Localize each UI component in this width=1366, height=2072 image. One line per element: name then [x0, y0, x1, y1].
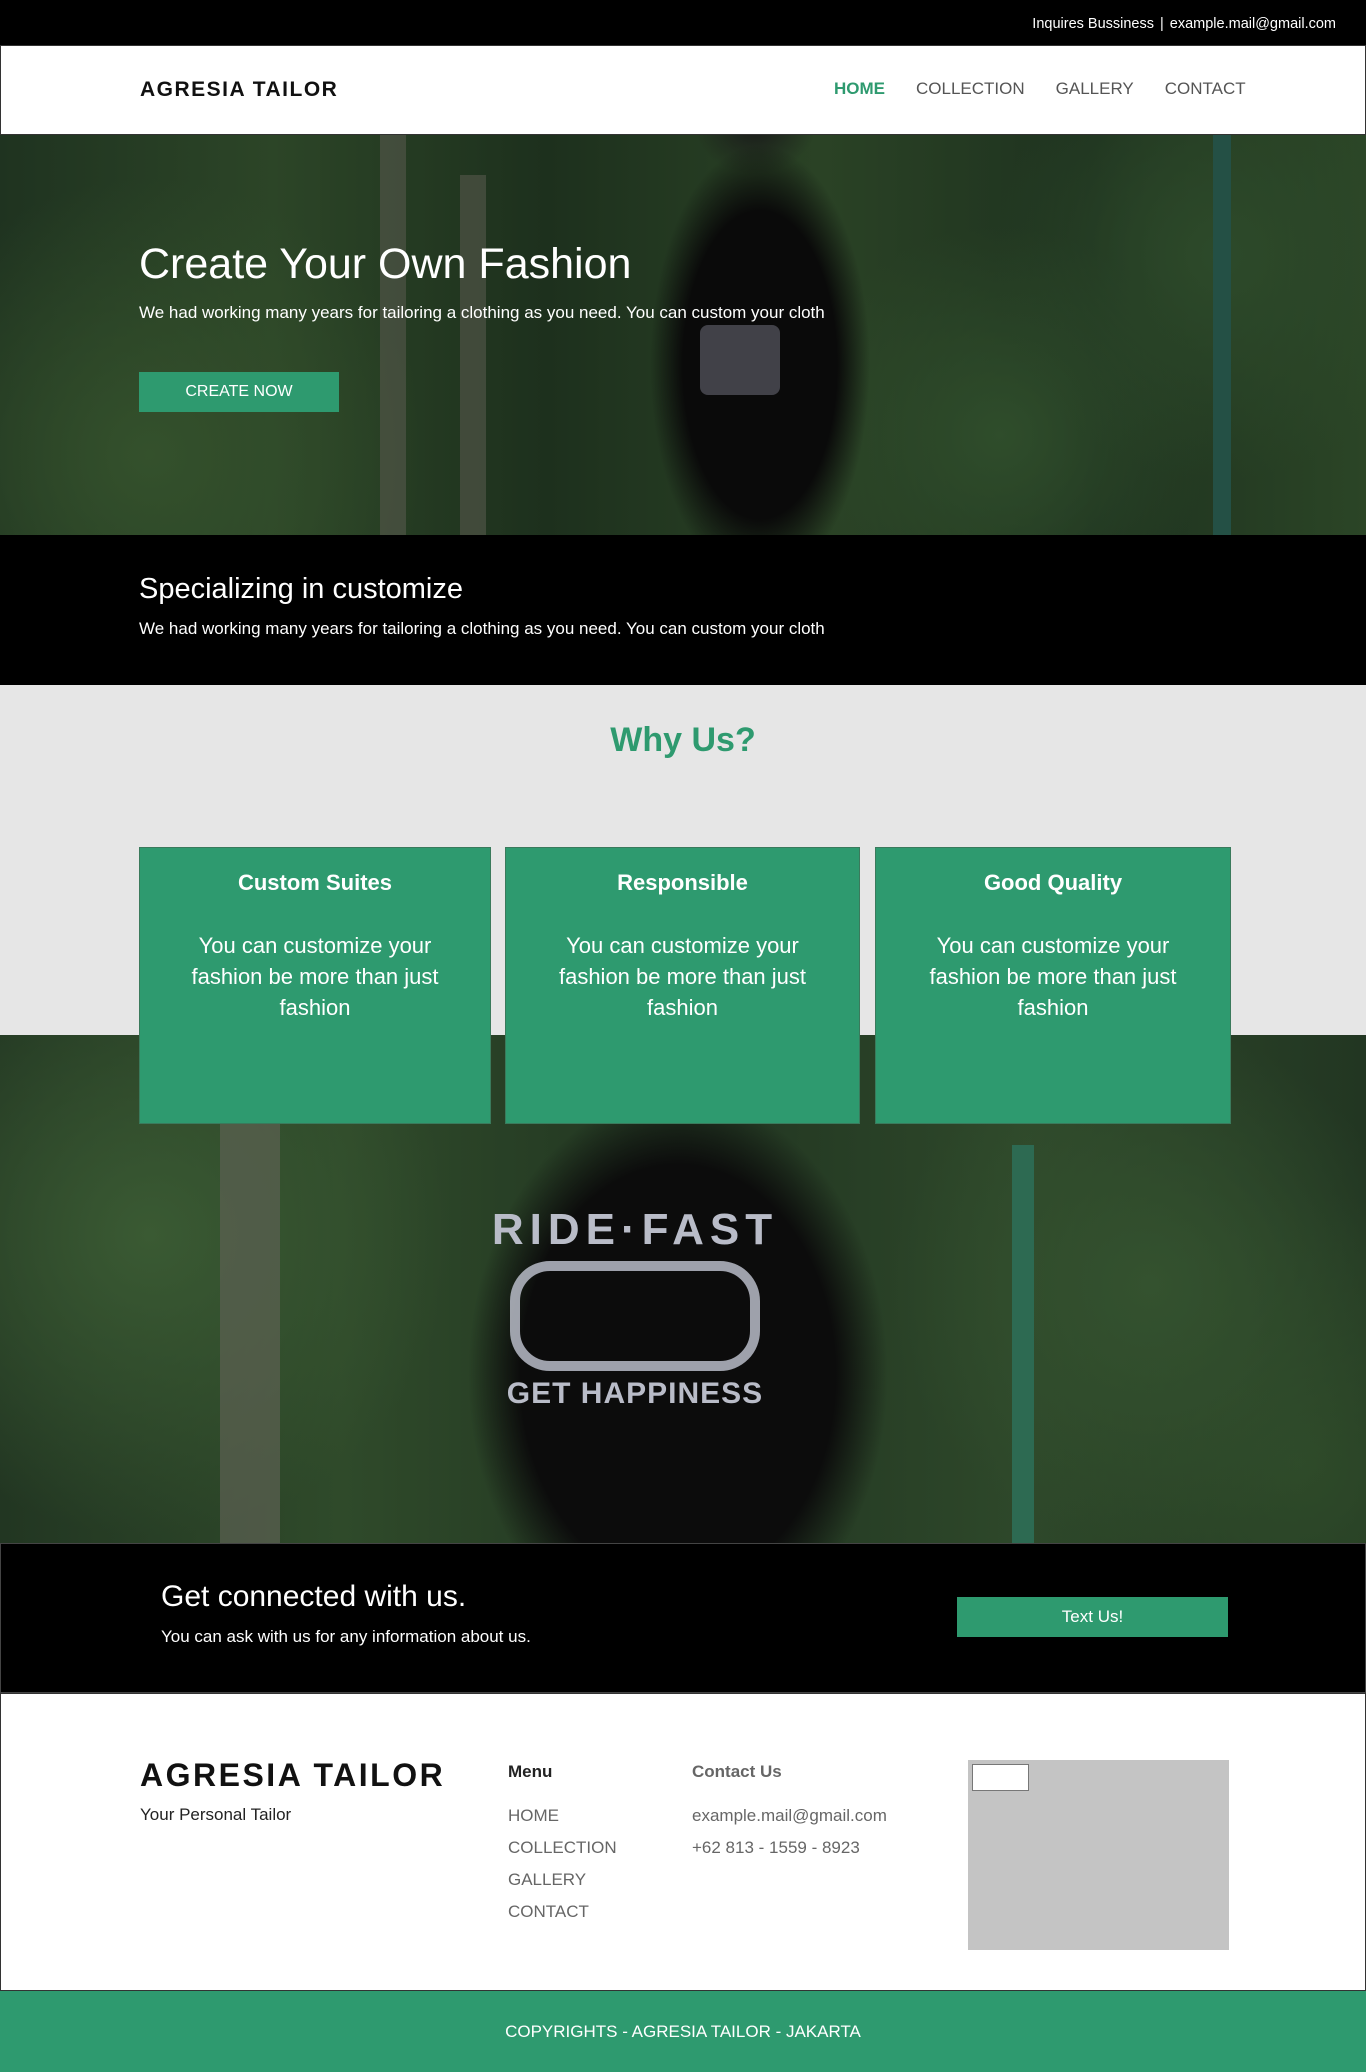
tshirt-graphic-bottom: GET HAPPINESS	[506, 1377, 764, 1410]
brand-logo[interactable]: AGRESIA TAILOR	[140, 78, 338, 102]
top-bar: Inquires Bussiness | example.mail@gmail.co…	[0, 0, 1366, 45]
footer-contact: Contact Us example.mail@gmail.com +62 81…	[692, 1762, 887, 1864]
create-now-button[interactable]: CREATE NOW	[139, 372, 339, 412]
copyright-bar: COPYRIGHTS - AGRESIA TAILOR - JAKARTA	[0, 1991, 1366, 2072]
text-us-button[interactable]: Text Us!	[957, 1597, 1228, 1637]
nav-collection[interactable]: COLLECTION	[916, 79, 1025, 99]
motorcycle-graphic	[510, 1261, 760, 1371]
hero-text: We had working many years for tailoring …	[139, 303, 825, 322]
map-inset[interactable]	[972, 1764, 1029, 1791]
hero-shirt-print	[700, 325, 780, 395]
why-us-title: Why Us?	[610, 721, 756, 759]
footer-tagline: Your Personal Tailor	[140, 1805, 292, 1824]
forest-lamp-pole	[1012, 1145, 1034, 1543]
nav-contact[interactable]: CONTACT	[1165, 79, 1246, 99]
connect-text: You can ask with us for any information …	[161, 1627, 531, 1646]
hero-section: Create Your Own Fashion We had working m…	[0, 135, 1366, 535]
navbar: AGRESIA TAILOR HOME COLLECTION GALLERY C…	[0, 45, 1366, 135]
footer-menu: Menu HOME COLLECTION GALLERY CONTACT	[508, 1762, 617, 1928]
inquiry-email[interactable]: example.mail@gmail.com	[1170, 16, 1336, 32]
hero-content: Create Your Own Fashion We had working m…	[139, 240, 825, 323]
specializing-text: We had working many years for tailoring …	[139, 619, 825, 638]
forest-tree-trunk	[220, 1095, 280, 1543]
feature-card-title: Responsible	[617, 870, 748, 895]
footer-link-collection[interactable]: COLLECTION	[508, 1832, 617, 1864]
feature-card-text: You can customize your fashion be more t…	[558, 933, 807, 1020]
footer-link-gallery[interactable]: GALLERY	[508, 1864, 617, 1896]
connect-section: Get connected with us. You can ask with …	[0, 1543, 1366, 1693]
footer-contact-email[interactable]: example.mail@gmail.com	[692, 1800, 887, 1832]
nav-home[interactable]: HOME	[834, 79, 885, 99]
inquiry-label: Inquires Bussiness	[1032, 16, 1154, 32]
nav-gallery[interactable]: GALLERY	[1056, 79, 1134, 99]
feature-card-title: Custom Suites	[237, 870, 393, 895]
feature-card: Responsible You can customize your fashi…	[505, 847, 860, 1124]
hero-tree-trunk	[460, 175, 486, 535]
map-placeholder[interactable]	[968, 1760, 1229, 1950]
footer-menu-title: Menu	[508, 1762, 553, 1781]
inquiry-separator: |	[1160, 16, 1164, 32]
feature-card-text: You can customize your fashion be more t…	[191, 933, 439, 1020]
main-nav: HOME COLLECTION GALLERY CONTACT	[834, 79, 1246, 99]
footer: AGRESIA TAILOR Your Personal Tailor Menu…	[0, 1693, 1366, 1991]
feature-card: Good Quality You can customize your fash…	[875, 847, 1231, 1124]
feature-card: Custom Suites You can customize your fas…	[139, 847, 491, 1124]
specializing-section: Specializing in customize We had working…	[0, 535, 1366, 685]
connect-title: Get connected with us.	[161, 1580, 467, 1613]
footer-brand: AGRESIA TAILOR	[140, 1757, 446, 1793]
tshirt-graphic-top: RIDE·FAST	[491, 1205, 779, 1254]
feature-cards: Custom Suites You can customize your fas…	[139, 847, 1231, 1124]
footer-link-contact[interactable]: CONTACT	[508, 1896, 617, 1928]
footer-contact-phone[interactable]: +62 813 - 1559 - 8923	[692, 1832, 887, 1864]
hero-title: Create Your Own Fashion	[139, 240, 632, 288]
footer-link-home[interactable]: HOME	[508, 1800, 617, 1832]
hero-lamp-pole	[1213, 135, 1231, 535]
inquiry-line: Inquires Bussiness | example.mail@gmail.co…	[1032, 16, 1336, 32]
hero-tree-trunk	[380, 135, 406, 535]
feature-card-title: Good Quality	[983, 870, 1123, 895]
specializing-title: Specializing in customize	[139, 573, 463, 605]
tshirt-graphic: RIDE·FAST GET HAPPINESS	[490, 1205, 780, 1415]
feature-card-text: You can customize your fashion be more t…	[929, 933, 1177, 1020]
footer-contact-title: Contact Us	[692, 1762, 782, 1781]
